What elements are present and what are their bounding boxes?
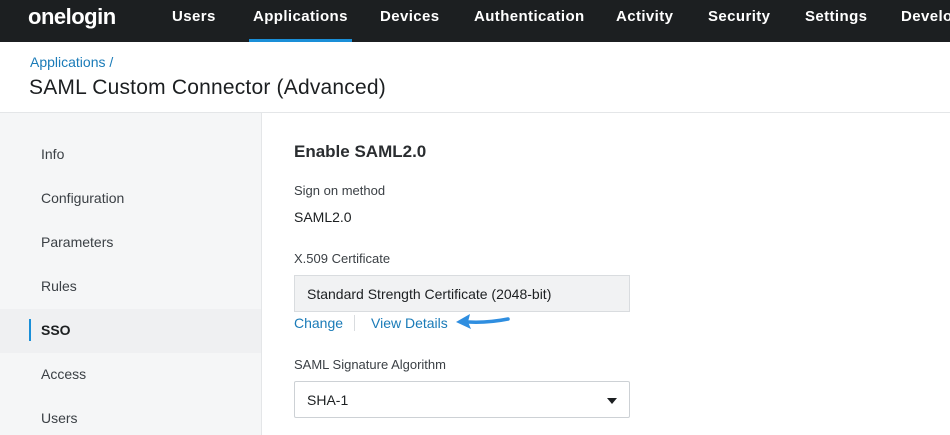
sidebar-item-info[interactable]: Info (0, 133, 261, 177)
sign-on-method-value: SAML2.0 (294, 209, 352, 225)
change-certificate-link[interactable]: Change (294, 315, 343, 331)
signature-algorithm-label: SAML Signature Algorithm (294, 357, 446, 372)
nav-settings[interactable]: Settings (805, 0, 867, 42)
pointer-arrow-icon (456, 314, 510, 329)
certificate-field: Standard Strength Certificate (2048-bit) (294, 275, 630, 312)
main-content: Enable SAML2.0 Sign on method SAML2.0 X.… (262, 113, 950, 435)
sidebar-item-configuration[interactable]: Configuration (0, 177, 261, 221)
sidebar-item-parameters[interactable]: Parameters (0, 221, 261, 265)
onelogin-logo[interactable]: onelogin (28, 4, 116, 30)
caret-down-icon (607, 398, 617, 404)
sign-on-method-label: Sign on method (294, 183, 386, 198)
nav-applications[interactable]: Applications (249, 0, 352, 42)
page-header: Applications / SAML Custom Connector (Ad… (0, 42, 950, 113)
sidebar-item-rules[interactable]: Rules (0, 265, 261, 309)
signature-algorithm-value: SHA-1 (307, 392, 349, 408)
sidebar-item-label: Info (41, 146, 65, 162)
view-details-link[interactable]: View Details (371, 315, 448, 331)
sidebar-item-label: Parameters (41, 234, 114, 250)
page-title: SAML Custom Connector (Advanced) (29, 76, 386, 99)
nav-security[interactable]: Security (708, 0, 770, 42)
top-nav: onelogin Users Applications Devices Auth… (0, 0, 950, 42)
sidebar: Info Configuration Parameters Rules SSO … (0, 113, 262, 435)
nav-devices[interactable]: Devices (380, 0, 440, 42)
sidebar-item-label: Users (41, 410, 78, 426)
section-title: Enable SAML2.0 (294, 142, 427, 161)
sidebar-item-users[interactable]: Users (0, 397, 261, 435)
nav-developers[interactable]: Develo (901, 0, 950, 42)
sidebar-item-sso[interactable]: SSO (0, 309, 261, 353)
sidebar-item-label: Configuration (41, 190, 125, 206)
certificate-value: Standard Strength Certificate (2048-bit) (307, 286, 552, 302)
sidebar-item-label: SSO (41, 322, 71, 338)
nav-activity[interactable]: Activity (616, 0, 673, 42)
signature-algorithm-select[interactable]: SHA-1 (294, 381, 630, 418)
sidebar-item-access[interactable]: Access (0, 353, 261, 397)
nav-authentication[interactable]: Authentication (474, 0, 585, 42)
sidebar-item-label: Access (41, 366, 87, 382)
link-divider (354, 315, 355, 331)
certificate-label: X.509 Certificate (294, 251, 391, 266)
nav-users[interactable]: Users (172, 0, 216, 42)
breadcrumb[interactable]: Applications / (30, 54, 113, 70)
sidebar-item-label: Rules (41, 278, 77, 294)
